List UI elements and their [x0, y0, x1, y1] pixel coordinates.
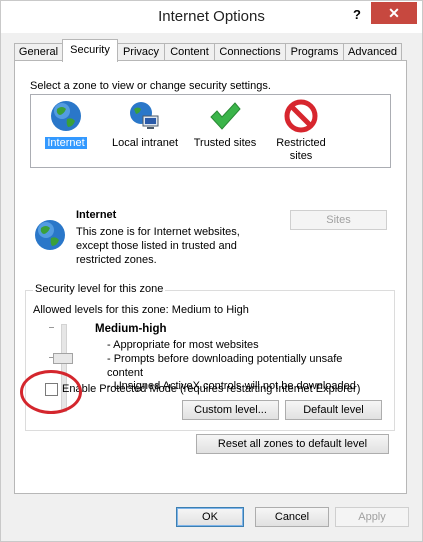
- sites-button[interactable]: Sites: [290, 210, 387, 230]
- zone-name: Internet: [76, 209, 117, 221]
- protected-mode-label[interactable]: Enable Protected Mode (requires restarti…: [62, 383, 360, 395]
- zone-description-line2: except those listed in trusted and: [76, 240, 237, 252]
- default-level-button[interactable]: Default level: [285, 400, 382, 420]
- globe-icon: [35, 220, 65, 250]
- red-annotation-circle: [20, 370, 82, 414]
- select-zone-text: Select a zone to view or change security…: [30, 80, 271, 92]
- zone-description-line1: This zone is for Internet websites,: [76, 226, 240, 238]
- zone-trusted-sites[interactable]: Trusted sites: [186, 97, 264, 159]
- intranet-icon: [130, 102, 159, 129]
- ok-button[interactable]: OK: [176, 507, 244, 527]
- level-desc-line: content: [107, 367, 144, 379]
- security-slider-thumb[interactable]: [53, 353, 73, 364]
- tab-privacy[interactable]: Privacy: [117, 43, 165, 61]
- help-button[interactable]: ?: [346, 4, 368, 26]
- level-desc-line: - Prompts before downloading potentially…: [107, 353, 343, 365]
- restricted-icon: [284, 99, 318, 133]
- level-name: Medium-high: [95, 323, 167, 335]
- close-button[interactable]: ✕: [371, 2, 417, 24]
- security-panel: Select a zone to view or change security…: [14, 60, 407, 494]
- tab-programs[interactable]: Programs: [285, 43, 344, 61]
- tab-content[interactable]: Content: [164, 43, 215, 61]
- dialog-client: General Security Privacy Content Connect…: [1, 33, 422, 541]
- zone-internet[interactable]: Internet: [33, 97, 99, 159]
- tab-security[interactable]: Security: [62, 39, 118, 62]
- slider-tick: [49, 327, 54, 328]
- zone-description-line3: restricted zones.: [76, 254, 157, 266]
- title-bar: Internet Options ? ✕: [1, 1, 422, 33]
- checkmark-icon: [210, 102, 241, 130]
- apply-button[interactable]: Apply: [335, 507, 409, 527]
- tab-general[interactable]: General: [14, 43, 63, 61]
- globe-icon: [51, 101, 81, 131]
- security-level-legend: Security level for this zone: [33, 283, 166, 295]
- custom-level-button[interactable]: Custom level...: [182, 400, 279, 420]
- tab-connections[interactable]: Connections: [214, 43, 286, 61]
- level-desc-line: - Appropriate for most websites: [107, 339, 259, 351]
- tab-advanced[interactable]: Advanced: [343, 43, 402, 61]
- allowed-levels-text: Allowed levels for this zone: Medium to …: [33, 304, 249, 316]
- zone-restricted-sites[interactable]: Restricted sites: [267, 97, 335, 163]
- zone-local-intranet-label: Local intranet: [111, 137, 179, 149]
- cancel-button[interactable]: Cancel: [255, 507, 329, 527]
- internet-options-dialog: Internet Options ? ✕ General Security Pr…: [0, 0, 423, 542]
- zone-trusted-sites-label: Trusted sites: [193, 137, 257, 149]
- zone-local-intranet[interactable]: Local intranet: [105, 97, 185, 159]
- zone-list: Internet Local intranet Trusted sites Re…: [30, 94, 391, 168]
- zone-internet-label: Internet: [45, 137, 87, 149]
- reset-all-zones-button[interactable]: Reset all zones to default level: [196, 434, 389, 454]
- zone-restricted-sites-label: Restricted sites: [276, 137, 326, 162]
